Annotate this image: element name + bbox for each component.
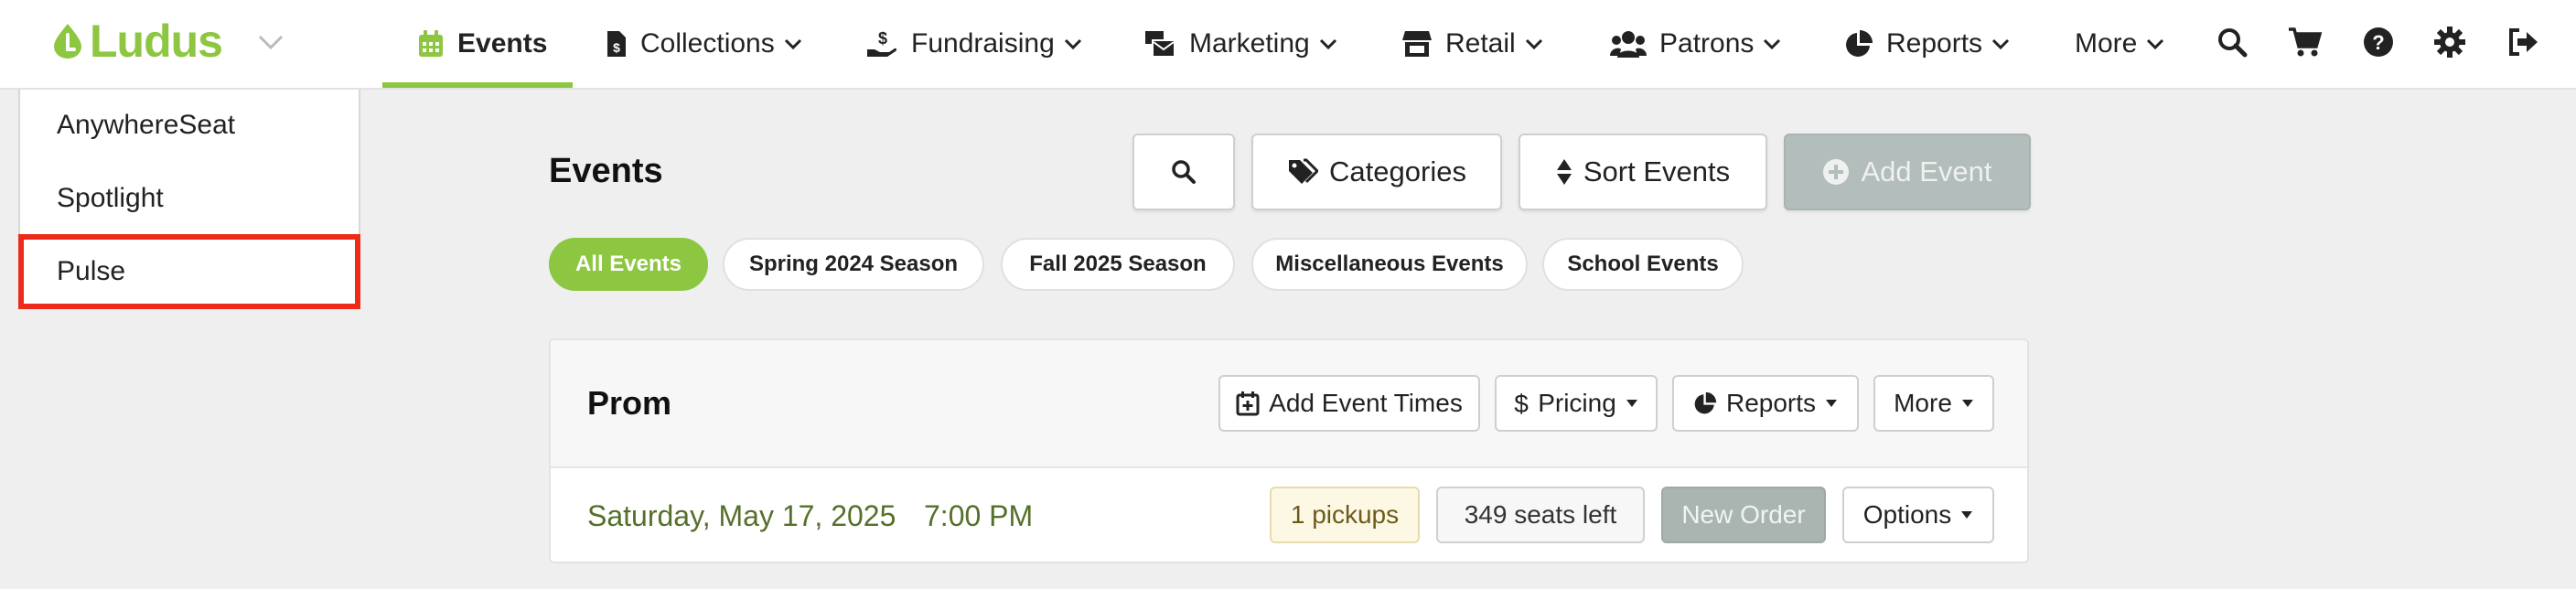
nav-reports-label: Reports bbox=[1886, 28, 1983, 59]
filter-fall-2025-season[interactable]: Fall 2025 Season bbox=[1001, 238, 1235, 291]
nav-collections[interactable]: $ Collections bbox=[606, 0, 802, 88]
categories-label: Categories bbox=[1329, 155, 1466, 187]
nav-patrons-label: Patrons bbox=[1659, 28, 1755, 59]
sort-icon bbox=[1556, 159, 1572, 185]
tags-icon bbox=[1289, 158, 1319, 184]
filter-all-events[interactable]: All Events bbox=[549, 238, 708, 291]
categories-button[interactable]: Categories bbox=[1251, 134, 1502, 210]
dollar-icon: $ bbox=[1514, 390, 1529, 417]
add-event-times-label: Add Event Times bbox=[1269, 389, 1463, 417]
chevron-down-icon[interactable] bbox=[256, 31, 285, 53]
svg-text:$: $ bbox=[878, 29, 887, 48]
reports-label: Reports bbox=[1725, 389, 1817, 417]
chevron-down-icon bbox=[2147, 38, 2164, 50]
event-card: Prom Add Event Times $ Pricing Reports M… bbox=[549, 338, 2029, 563]
help-icon[interactable]: ? bbox=[2360, 24, 2397, 60]
chevron-down-icon bbox=[1064, 38, 1081, 50]
hand-dollar-icon: $ bbox=[867, 29, 897, 57]
event-date[interactable]: Saturday, May 17, 2025 bbox=[587, 499, 896, 533]
svg-text:?: ? bbox=[2372, 31, 2384, 54]
mail-bulk-icon bbox=[1145, 31, 1175, 58]
nav-fundraising[interactable]: $ Fundraising bbox=[865, 0, 1082, 88]
event-title: Prom bbox=[587, 384, 672, 422]
filter-school-events[interactable]: School Events bbox=[1542, 238, 1744, 291]
sign-out-icon[interactable] bbox=[2505, 24, 2541, 60]
gear-icon[interactable] bbox=[2431, 24, 2468, 60]
caret-down-icon bbox=[1826, 400, 1838, 407]
nav-reports[interactable]: Reports bbox=[1844, 0, 2010, 88]
document-dollar-icon: $ bbox=[607, 31, 626, 57]
dropdown-item-anywhereseat[interactable]: AnywhereSeat bbox=[57, 110, 235, 141]
search-icon bbox=[1172, 160, 1196, 184]
nav-more-label: More bbox=[2075, 28, 2138, 59]
search-events-button[interactable] bbox=[1132, 134, 1235, 210]
caret-down-icon bbox=[1961, 511, 1973, 519]
options-dropdown-button[interactable]: Options bbox=[1842, 487, 1994, 543]
store-icon bbox=[1402, 31, 1432, 57]
seats-left-badge: 349 seats left bbox=[1436, 487, 1645, 543]
pie-chart-icon bbox=[1846, 30, 1873, 57]
add-event-times-button[interactable]: Add Event Times bbox=[1218, 375, 1480, 432]
chevron-down-icon bbox=[1525, 38, 1542, 50]
nav-retail[interactable]: Retail bbox=[1401, 0, 1543, 88]
pie-chart-icon bbox=[1694, 391, 1717, 414]
options-label: Options bbox=[1862, 500, 1952, 529]
plus-circle-icon bbox=[1823, 159, 1850, 185]
chevron-down-icon bbox=[1319, 38, 1336, 50]
chevron-down-icon bbox=[1991, 38, 2010, 50]
filter-spring-2024-season[interactable]: Spring 2024 Season bbox=[723, 238, 984, 291]
nav-retail-label: Retail bbox=[1445, 28, 1516, 59]
active-nav-indicator bbox=[382, 82, 573, 88]
nav-events[interactable]: Events bbox=[417, 0, 547, 88]
nav-events-label: Events bbox=[457, 28, 548, 59]
event-card-header: Prom Add Event Times $ Pricing Reports M… bbox=[551, 340, 2027, 468]
caret-down-icon bbox=[1961, 400, 1973, 407]
svg-text:$: $ bbox=[613, 40, 620, 55]
users-icon bbox=[1610, 31, 1647, 58]
pricing-label: Pricing bbox=[1538, 389, 1616, 417]
chevron-down-icon bbox=[1764, 38, 1781, 50]
nav-patrons[interactable]: Patrons bbox=[1610, 0, 1781, 88]
event-time[interactable]: 7:00 PM bbox=[924, 499, 1033, 533]
sort-events-button[interactable]: Sort Events bbox=[1519, 134, 1767, 210]
new-order-button[interactable]: New Order bbox=[1661, 487, 1826, 543]
nav-marketing-label: Marketing bbox=[1189, 28, 1310, 59]
page-title: Events bbox=[549, 152, 663, 190]
ludus-logo-icon bbox=[54, 24, 81, 59]
add-event-label: Add Event bbox=[1861, 155, 1992, 187]
add-event-button[interactable]: Add Event bbox=[1784, 134, 2031, 210]
nav-fundraising-label: Fundraising bbox=[911, 28, 1055, 59]
nav-collections-label: Collections bbox=[640, 28, 775, 59]
pickups-badge[interactable]: 1 pickups bbox=[1270, 487, 1420, 543]
logo-text: Ludus bbox=[90, 16, 223, 67]
chevron-down-icon bbox=[784, 38, 801, 50]
sort-events-label: Sort Events bbox=[1583, 155, 1731, 187]
nav-marketing[interactable]: Marketing bbox=[1143, 0, 1337, 88]
nav-more[interactable]: More bbox=[2075, 0, 2164, 88]
more-label: More bbox=[1894, 389, 1952, 417]
ludus-logo[interactable]: Ludus bbox=[51, 15, 223, 68]
cart-icon[interactable] bbox=[2287, 24, 2324, 60]
calendar-icon bbox=[419, 30, 443, 57]
top-navbar: Ludus Events $ Collections $ Fundraising bbox=[0, 0, 2576, 90]
highlight-box bbox=[18, 234, 360, 309]
filter-miscellaneous-events[interactable]: Miscellaneous Events bbox=[1251, 238, 1528, 291]
more-dropdown-button[interactable]: More bbox=[1873, 375, 1994, 432]
search-icon[interactable] bbox=[2214, 24, 2250, 60]
calendar-plus-icon bbox=[1236, 391, 1260, 416]
caret-down-icon bbox=[1626, 400, 1637, 407]
dropdown-item-spotlight[interactable]: Spotlight bbox=[57, 183, 164, 214]
reports-dropdown-button[interactable]: Reports bbox=[1672, 375, 1859, 432]
pricing-dropdown-button[interactable]: $ Pricing bbox=[1495, 375, 1658, 432]
svg-text:$: $ bbox=[1514, 390, 1529, 417]
